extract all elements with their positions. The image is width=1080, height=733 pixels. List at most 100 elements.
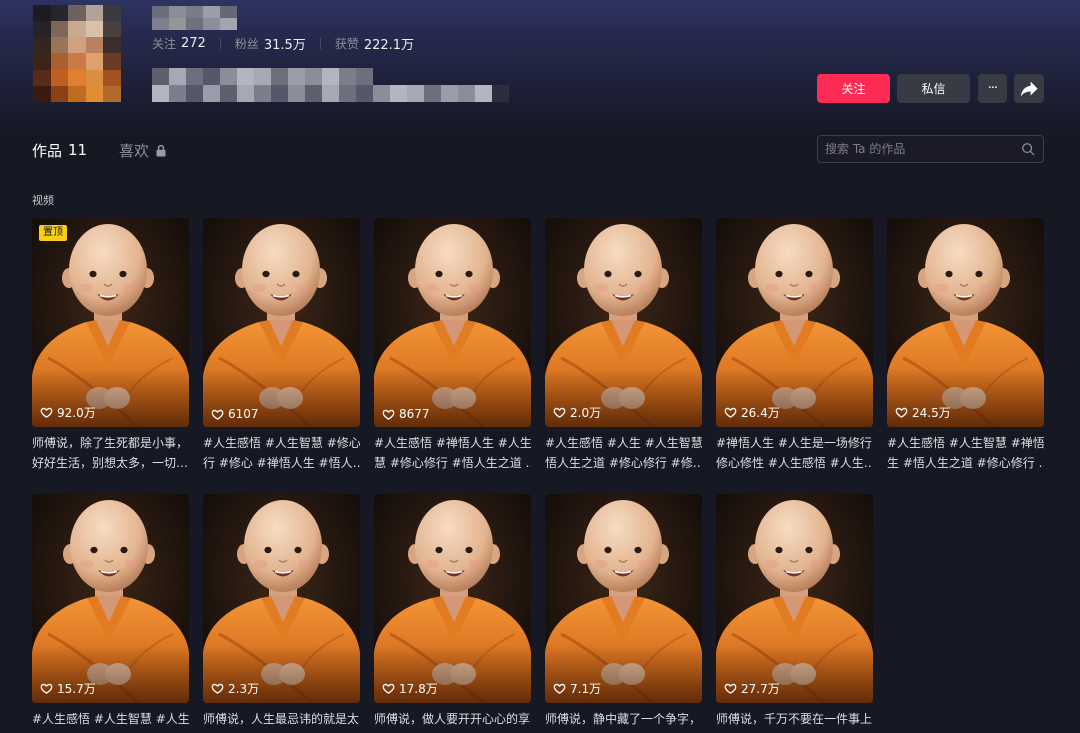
- stat-followers[interactable]: 粉丝 31.5万: [235, 34, 306, 53]
- caption-line: 修心修性 #人生感悟 #人生…: [716, 456, 873, 470]
- video-caption[interactable]: #禅悟人生 #人生是一场修行 # 修心修性 #人生感悟 #人生…: [716, 433, 873, 473]
- share-button[interactable]: [1014, 74, 1044, 103]
- video-caption[interactable]: #人生感悟 #人生智慧 #人生 #: [32, 709, 189, 729]
- more-button[interactable]: ···: [978, 74, 1007, 103]
- like-count: 92.0万: [40, 404, 96, 421]
- video-thumbnail[interactable]: 置顶 92.0万: [32, 218, 189, 427]
- bio-pixel: [254, 68, 271, 85]
- heart-icon: [724, 683, 737, 694]
- follow-button[interactable]: 关注: [817, 74, 890, 103]
- search-icon[interactable]: [1021, 142, 1035, 156]
- video-card[interactable]: 17.8万师傅说，做人要开开心心的享: [374, 494, 531, 729]
- username-redacted: [152, 6, 237, 30]
- video-thumbnail[interactable]: 8677: [374, 218, 531, 427]
- caption-line: 师傅说，静中藏了一个争字，: [545, 712, 702, 726]
- video-caption[interactable]: 师傅说，静中藏了一个争字，: [545, 709, 702, 729]
- video-caption[interactable]: 师傅说，人生最忌讳的就是太: [203, 709, 360, 729]
- video-caption[interactable]: 师傅说，做人要开开心心的享: [374, 709, 531, 729]
- bio-pixel: [339, 68, 356, 85]
- tab-works[interactable]: 作品 11: [32, 139, 87, 161]
- heart-icon: [553, 407, 566, 418]
- name-pixel: [169, 18, 186, 30]
- heart-icon: [211, 683, 224, 694]
- name-pixel: [186, 6, 203, 18]
- video-card[interactable]: 15.7万 #人生感悟 #人生智慧 #人生 #: [32, 494, 189, 729]
- video-thumbnail[interactable]: 26.4万: [716, 218, 873, 427]
- tab-label: 喜欢: [119, 141, 150, 160]
- search-input[interactable]: [818, 136, 1014, 162]
- like-count-value: 26.4万: [741, 406, 780, 420]
- avatar-pixel: [68, 37, 86, 54]
- avatar-pixel: [33, 21, 51, 38]
- heart-icon: [382, 683, 395, 694]
- bio-pixel: [220, 85, 237, 102]
- thumbnail-image: [374, 494, 531, 703]
- stat-following[interactable]: 关注 272: [152, 35, 206, 52]
- stat-value: 272: [181, 35, 206, 51]
- video-thumbnail[interactable]: 27.7万: [716, 494, 873, 703]
- video-caption[interactable]: #人生感悟 #人生智慧 #修心修行 #修心 #禅悟人生 #悟人…: [203, 433, 360, 473]
- thumbnail-image: [203, 218, 360, 427]
- bio-pixel: [169, 85, 186, 102]
- tab-likes[interactable]: 喜欢: [119, 139, 167, 161]
- name-pixel: [203, 18, 220, 30]
- bio-pixel: [475, 85, 492, 102]
- bio-pixel: [271, 85, 288, 102]
- bio-pixel: [390, 85, 407, 102]
- avatar[interactable]: [33, 5, 121, 102]
- video-caption[interactable]: #人生感悟 #人生智慧 #禅悟人生 #悟人生之道 #修心修行 …: [887, 433, 1044, 473]
- bio-pixel: [492, 85, 509, 102]
- video-thumbnail[interactable]: 2.0万: [545, 218, 702, 427]
- video-caption[interactable]: #人生感悟 #禅悟人生 #人生智慧 #修心修行 #悟人生之道 …: [374, 433, 531, 473]
- video-caption[interactable]: #人生感悟 #人生 #人生智慧 # 悟人生之道 #修心修行 #修…: [545, 433, 702, 473]
- video-thumbnail[interactable]: 6107: [203, 218, 360, 427]
- bio-pixel: [288, 85, 305, 102]
- video-card[interactable]: 2.3万师傅说，人生最忌讳的就是太: [203, 494, 360, 729]
- video-card[interactable]: 2.0万 #人生感悟 #人生 #人生智慧 # 悟人生之道 #修心修行 #修…: [545, 218, 702, 473]
- name-pixel: [169, 6, 186, 18]
- heart-icon: [40, 407, 53, 418]
- bio-pixel: [254, 85, 271, 102]
- like-count: 24.5万: [895, 404, 951, 421]
- video-thumbnail[interactable]: 7.1万: [545, 494, 702, 703]
- thumbnail-image: [32, 218, 189, 427]
- like-count-value: 15.7万: [57, 682, 96, 696]
- avatar-pixel: [85, 69, 104, 86]
- like-count-value: 6107: [228, 407, 259, 421]
- video-thumbnail[interactable]: 24.5万: [887, 218, 1044, 427]
- bio-pixel: [237, 68, 254, 85]
- video-card[interactable]: 26.4万 #禅悟人生 #人生是一场修行 # 修心修性 #人生感悟 #人生…: [716, 218, 873, 473]
- video-thumbnail[interactable]: 17.8万: [374, 494, 531, 703]
- video-thumbnail[interactable]: 2.3万: [203, 494, 360, 703]
- video-caption[interactable]: 师傅说，千万不要在一件事上: [716, 709, 873, 729]
- video-card[interactable]: 24.5万 #人生感悟 #人生智慧 #禅悟人生 #悟人生之道 #修心修行 …: [887, 218, 1044, 473]
- like-count-value: 27.7万: [741, 682, 780, 696]
- avatar-pixel: [103, 5, 121, 22]
- stat-likes-received: 获赞 222.1万: [335, 34, 414, 53]
- avatar-pixel: [33, 69, 51, 86]
- heart-icon: [895, 407, 908, 418]
- like-count: 27.7万: [724, 680, 780, 697]
- bio-redacted: [152, 68, 509, 102]
- like-count-value: 2.3万: [228, 682, 260, 696]
- divider: [219, 37, 221, 49]
- bio-pixel: [458, 85, 475, 102]
- thumbnail-image: [716, 494, 873, 703]
- video-card[interactable]: 8677 #人生感悟 #禅悟人生 #人生智慧 #修心修行 #悟人生之道 …: [374, 218, 531, 473]
- bio-pixel: [169, 68, 186, 85]
- video-card[interactable]: 7.1万师傅说，静中藏了一个争字，: [545, 494, 702, 729]
- bio-pixel: [152, 85, 169, 102]
- caption-line: 师傅说，人生最忌讳的就是太: [203, 712, 360, 726]
- video-caption[interactable]: 师傅说，除了生死都是小事， 好好生活，别想太多，一切…: [32, 433, 189, 473]
- like-count-value: 92.0万: [57, 406, 96, 420]
- message-button[interactable]: 私信: [897, 74, 970, 103]
- video-card[interactable]: 27.7万师傅说，千万不要在一件事上: [716, 494, 873, 729]
- avatar-pixel: [68, 85, 86, 102]
- video-thumbnail[interactable]: 15.7万: [32, 494, 189, 703]
- video-card[interactable]: 置顶 92.0万师傅说，除了生死都是小事， 好好生活，别想太多，一切…: [32, 218, 189, 473]
- avatar-pixel: [50, 21, 69, 38]
- caption-line: 悟人生之道 #修心修行 #修…: [545, 456, 702, 470]
- stat-label: 获赞: [334, 36, 359, 51]
- bio-pixel: [356, 85, 373, 102]
- video-card[interactable]: 6107 #人生感悟 #人生智慧 #修心修行 #修心 #禅悟人生 #悟人…: [203, 218, 360, 473]
